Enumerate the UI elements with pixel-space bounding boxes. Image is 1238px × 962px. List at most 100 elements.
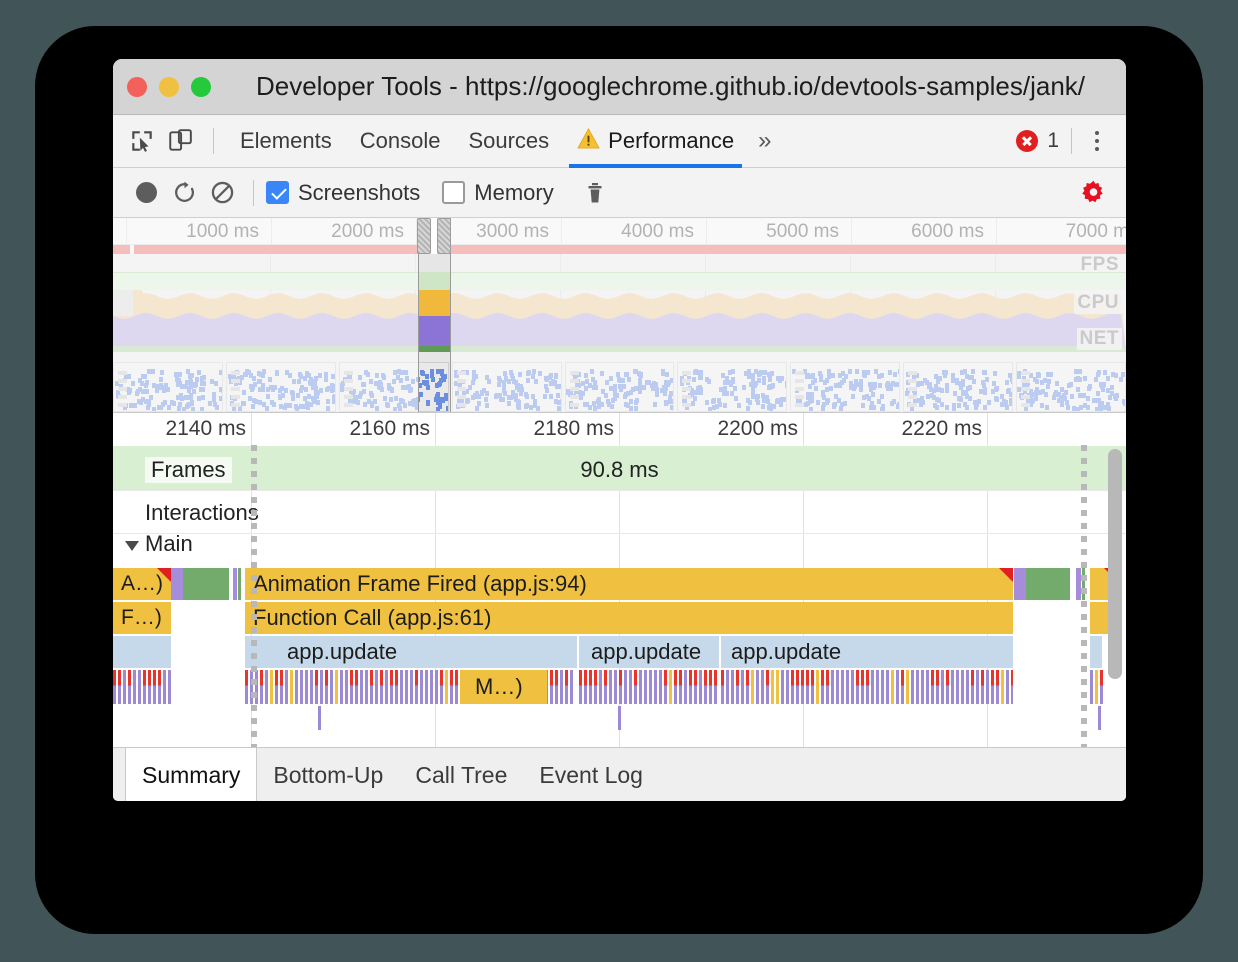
title-bar: Developer Tools - https://googlechrome.g… bbox=[113, 59, 1126, 115]
flame-mini-tick bbox=[1098, 706, 1101, 730]
record-circle-icon[interactable] bbox=[127, 174, 165, 212]
overview-charts: FPS CPU NET bbox=[113, 254, 1126, 412]
flame-block-rendering-2[interactable] bbox=[233, 568, 237, 600]
tab-elements[interactable]: Elements bbox=[226, 115, 346, 168]
frame-marker-left bbox=[251, 445, 257, 757]
overview-track-label-net: NET bbox=[1076, 328, 1122, 350]
flame-block-app-update-1[interactable]: app.update bbox=[245, 636, 577, 668]
reload-record-icon[interactable] bbox=[165, 174, 203, 212]
filmstrip-thumbnail[interactable] bbox=[564, 362, 675, 412]
window-right-handle[interactable] bbox=[437, 218, 451, 254]
flame-stripes-right[interactable] bbox=[1090, 670, 1104, 704]
flame-block-app-update-3[interactable]: app.update bbox=[721, 636, 1013, 668]
checkbox-box bbox=[442, 181, 466, 204]
tab-sources[interactable]: Sources bbox=[454, 115, 563, 168]
overview-tick: 5000 ms bbox=[706, 218, 846, 245]
flame-block-app-update-2[interactable]: app.update bbox=[579, 636, 719, 668]
tab-console-label: Console bbox=[359, 128, 441, 153]
flame-chart-panel[interactable]: 2140 ms 2160 ms 2180 ms 2200 ms 2220 ms … bbox=[113, 412, 1126, 757]
flame-mini-tick bbox=[318, 706, 321, 730]
toolbar-divider bbox=[213, 128, 214, 154]
screenshots-checkbox[interactable]: Screenshots bbox=[266, 180, 420, 206]
more-tabs-button[interactable]: » bbox=[748, 127, 781, 155]
device-toolbar-icon[interactable] bbox=[163, 124, 197, 158]
memory-checkbox[interactable]: Memory bbox=[442, 179, 554, 206]
flame-block-painting-2[interactable] bbox=[238, 568, 241, 600]
tab-summary-label: Summary bbox=[142, 761, 241, 788]
tab-elements-label: Elements bbox=[240, 128, 332, 153]
tab-bottom-up[interactable]: Bottom-Up bbox=[257, 748, 399, 801]
window-title: Developer Tools - https://googlechrome.g… bbox=[255, 71, 1086, 101]
detail-ruler: 2140 ms 2160 ms 2180 ms 2200 ms 2220 ms bbox=[113, 413, 1126, 757]
checkbox-box bbox=[266, 181, 289, 204]
flame-mini-tick bbox=[618, 706, 621, 730]
filmstrip-thumbnail[interactable] bbox=[113, 362, 223, 412]
detail-tick: 2140 ms bbox=[165, 417, 246, 440]
cpu-chart bbox=[113, 290, 1126, 352]
flame-stripes-main-c[interactable] bbox=[721, 670, 1013, 704]
filmstrip-thumbnail[interactable] bbox=[1016, 362, 1126, 412]
tabbar-right-divider bbox=[1071, 128, 1072, 154]
overview-tick: 6000 ms bbox=[851, 218, 991, 245]
flame-block-label: F…) bbox=[121, 606, 162, 629]
tab-call-tree-label: Call Tree bbox=[415, 761, 508, 788]
main-track-collapse-icon[interactable] bbox=[125, 541, 139, 551]
warning-triangle-icon bbox=[577, 127, 600, 155]
frames-overview-bar bbox=[113, 245, 1126, 254]
flame-block-animation-frame-fired[interactable]: Animation Frame Fired (app.js:94) bbox=[245, 568, 1013, 600]
tab-summary[interactable]: Summary bbox=[125, 748, 258, 801]
flame-block-label: Animation Frame Fired (app.js:94) bbox=[253, 571, 587, 596]
tab-console[interactable]: Console bbox=[346, 115, 455, 168]
tab-sources-label: Sources bbox=[468, 128, 550, 153]
flame-block-function-call[interactable]: Function Call (app.js:61) bbox=[245, 602, 1013, 634]
filmstrip-thumbnail[interactable] bbox=[790, 362, 901, 412]
overview-tick: 7000 m bbox=[996, 218, 1126, 245]
filmstrip[interactable] bbox=[113, 362, 1126, 412]
flame-block-painting[interactable] bbox=[183, 568, 229, 600]
filmstrip-thumbnail[interactable] bbox=[677, 362, 788, 412]
flame-block-update-left[interactable] bbox=[113, 636, 171, 668]
flame-chart-scrollbar[interactable] bbox=[1108, 449, 1122, 679]
window-left-handle[interactable] bbox=[417, 218, 431, 254]
frame-duration-label: 90.8 ms bbox=[580, 457, 659, 482]
filmstrip-thumbnail[interactable] bbox=[903, 362, 1014, 412]
trash-icon[interactable] bbox=[576, 174, 614, 212]
kebab-menu-icon[interactable] bbox=[1084, 126, 1110, 156]
memory-label: Memory bbox=[474, 179, 554, 205]
flame-block-label: M…) bbox=[475, 674, 523, 699]
flame-block-func-left[interactable]: F…) bbox=[113, 602, 171, 634]
flame-block-rendering[interactable] bbox=[171, 568, 183, 600]
error-count-badge[interactable]: 1 bbox=[1016, 129, 1059, 153]
performance-toolbar: Screenshots Memory bbox=[113, 168, 1126, 218]
flame-stripes-main-b[interactable] bbox=[579, 670, 719, 704]
frames-track-label: Frames bbox=[145, 457, 232, 483]
flame-block-label: app.update bbox=[591, 639, 702, 664]
main-track-label: Main bbox=[145, 531, 193, 556]
screenshots-label: Screenshots bbox=[298, 179, 421, 205]
filmstrip-thumbnail[interactable] bbox=[451, 362, 562, 412]
overview-tick: 1000 ms bbox=[126, 218, 266, 245]
overview-track-label-cpu: CPU bbox=[1074, 292, 1122, 314]
flame-block-update-right[interactable] bbox=[1090, 636, 1102, 668]
toolbar-divider-2 bbox=[253, 179, 254, 206]
flame-block-measure[interactable]: M…) bbox=[463, 670, 547, 704]
flame-block-rendering-3[interactable] bbox=[1014, 568, 1026, 600]
cpu-area-chart bbox=[113, 290, 1126, 352]
overview-tick: 2000 ms bbox=[271, 218, 411, 245]
devtools-window: Developer Tools - https://googlechrome.g… bbox=[113, 59, 1126, 801]
cursor-select-icon[interactable] bbox=[125, 124, 159, 158]
flame-block-painting-3[interactable] bbox=[1026, 568, 1070, 600]
warning-corner-icon bbox=[157, 568, 171, 582]
clear-no-entry-icon[interactable] bbox=[203, 174, 241, 212]
tab-performance[interactable]: Performance bbox=[563, 115, 748, 168]
tab-call-tree[interactable]: Call Tree bbox=[399, 748, 523, 801]
tab-event-log-label: Event Log bbox=[539, 761, 643, 788]
timeline-overview[interactable]: 1000 ms 2000 ms 3000 ms 4000 ms 5000 ms … bbox=[113, 218, 1126, 412]
overview-ruler[interactable]: 1000 ms 2000 ms 3000 ms 4000 ms 5000 ms … bbox=[113, 218, 1126, 245]
gear-icon[interactable] bbox=[1074, 174, 1112, 212]
detail-tab-bar: Summary Bottom-Up Call Tree Event Log bbox=[113, 747, 1126, 801]
flame-stripes-left[interactable] bbox=[113, 670, 171, 704]
filmstrip-thumbnail[interactable] bbox=[225, 362, 336, 412]
frame-marker-right bbox=[1081, 445, 1087, 757]
tab-event-log[interactable]: Event Log bbox=[523, 748, 659, 801]
